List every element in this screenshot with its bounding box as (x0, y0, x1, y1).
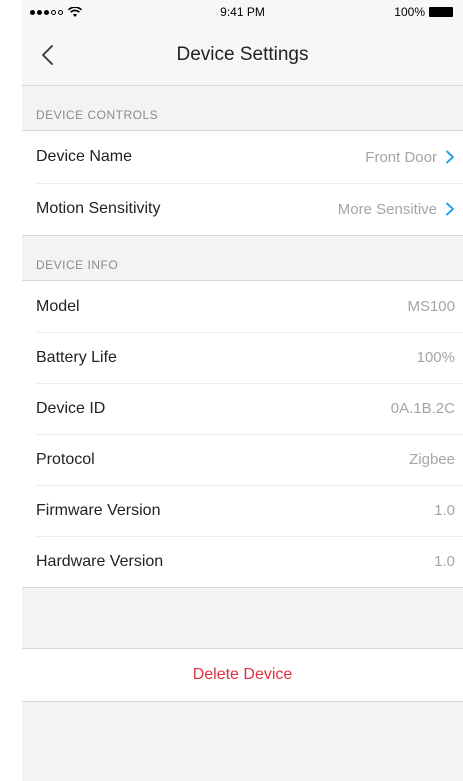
wifi-icon (68, 6, 82, 17)
firmware-version-row: Firmware Version 1.0 (22, 485, 463, 536)
chevron-right-icon (446, 202, 454, 216)
section-header-device-controls: DEVICE CONTROLS (36, 108, 159, 122)
motion-sensitivity-row[interactable]: Motion Sensitivity More Sensitive (22, 183, 463, 235)
status-time: 9:41 PM (220, 5, 265, 19)
row-value: 1.0 (434, 553, 455, 570)
model-row: Model MS100 (22, 281, 463, 332)
row-label: Hardware Version (36, 552, 164, 570)
navigation-bar: Device Settings (22, 24, 463, 86)
row-label: Motion Sensitivity (36, 200, 161, 217)
row-value: MS100 (407, 298, 455, 315)
device-controls-group: Device Name Front Door Motion Sensitivit… (22, 130, 463, 236)
chevron-left-icon (42, 45, 53, 65)
row-label: Device Name (36, 148, 133, 165)
row-value: Front Door (365, 148, 437, 166)
row-label: Firmware Version (36, 501, 161, 519)
row-label: Battery Life (36, 348, 117, 366)
row-value: 100% (416, 349, 455, 366)
section-header-device-info: DEVICE INFO (36, 258, 119, 272)
row-value: More Sensitive (337, 200, 437, 218)
chevron-right-icon (446, 150, 454, 164)
row-label: Model (36, 297, 80, 315)
row-value: 0A.1B.2C (390, 400, 455, 417)
page-title: Device Settings (176, 43, 309, 65)
delete-device-label: Delete Device (192, 666, 293, 683)
device-name-row[interactable]: Device Name Front Door (22, 131, 463, 183)
battery-percent: 100% (394, 5, 425, 19)
back-button[interactable] (36, 42, 58, 68)
signal-dots-icon (30, 9, 63, 15)
battery-life-row: Battery Life 100% (22, 332, 463, 383)
row-label: Protocol (36, 450, 95, 468)
device-id-row: Device ID 0A.1B.2C (22, 383, 463, 434)
row-value-group: More Sensitive (338, 201, 455, 218)
row-value: 1.0 (434, 502, 455, 519)
row-value-group: Front Door (365, 149, 455, 166)
status-left (30, 6, 82, 18)
app-screen: 9:41 PM 100% Device Settings DEVICE CONT… (22, 0, 463, 781)
device-info-group: Model MS100 Battery Life 100% Device ID … (22, 280, 463, 588)
hardware-version-row: Hardware Version 1.0 (22, 536, 463, 587)
delete-device-button[interactable]: Delete Device (22, 648, 463, 702)
protocol-row: Protocol Zigbee (22, 434, 463, 485)
battery-icon (429, 7, 453, 17)
row-label: Device ID (36, 399, 106, 417)
row-value: Zigbee (409, 451, 455, 468)
status-right: 100% (394, 5, 453, 19)
status-bar: 9:41 PM 100% (22, 0, 463, 24)
